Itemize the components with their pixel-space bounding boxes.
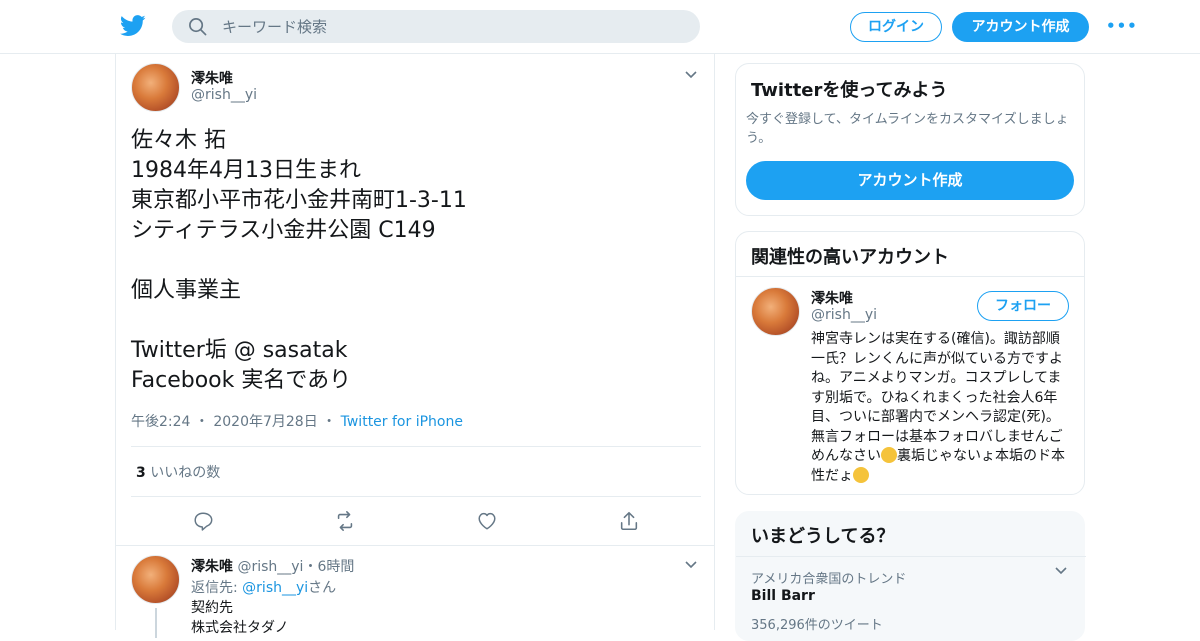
tweet-author-handle[interactable]: @rish__yi [191,87,257,103]
signup-card-button[interactable]: アカウント作成 [746,161,1074,200]
related-account-name[interactable]: 澪朱唯 [811,288,853,308]
meta-separator: ・ [194,414,209,430]
avatar[interactable] [131,555,180,604]
more-options-icon[interactable]: ••• [1106,17,1138,35]
reply-age[interactable]: 6時間 [317,559,354,575]
tweet-actions [116,506,716,546]
like-icon[interactable] [476,510,498,532]
signup-card-title: Twitterを使ってみよう [751,80,948,101]
avatar[interactable] [131,63,180,112]
divider [131,446,701,447]
signup-card-description: 今すぐ登録して、タイムラインをカスタマイズしましょう。 [746,112,1069,146]
divider [736,556,1086,557]
share-icon[interactable] [618,510,640,532]
search-icon [189,18,207,36]
search-input[interactable] [222,10,682,43]
meta-separator: ・ [322,414,337,430]
divider [736,276,1084,277]
thread-line [155,608,157,638]
trends-title: いまどうしてる？ [751,526,895,547]
follow-button[interactable]: フォロー [977,291,1069,321]
top-bar: ログイン アカウント作成 ••• [0,0,1200,54]
reply-header: 澪朱唯 @rish__yi・6時間 [191,556,354,576]
chevron-down-icon[interactable] [684,560,698,570]
likes-label: いいねの数 [150,465,221,481]
tweet-author-name[interactable]: 澪朱唯 [191,68,233,88]
avatar[interactable] [751,287,800,336]
chevron-down-icon[interactable] [684,70,698,80]
reply-separator: ・ [303,559,318,575]
related-accounts-title: 関連性の高いアカウント [751,247,949,268]
tweet-date[interactable]: 2020年7月28日 [213,414,317,430]
tweet-meta: 午後2:24 ・ 2020年7月28日 ・ Twitter for iPhone [131,411,463,431]
tweet-source-link[interactable]: Twitter for iPhone [341,414,463,430]
trend-name[interactable]: Bill Barr [751,588,815,604]
tweet-time: 午後2:24 [131,414,191,430]
reply-to: 返信先: @rish__yiさん [191,577,336,597]
smiling-face-emoji-icon [881,447,897,463]
reply-author-name[interactable]: 澪朱唯 [191,559,233,575]
login-button[interactable]: ログイン [850,12,942,42]
likes-count[interactable]: 3 いいねの数 [136,462,220,482]
related-account-handle[interactable]: @rish__yi [811,307,877,323]
reply-text: 契約先 株式会社タダノ [191,600,289,636]
trends-card: いまどうしてる？ アメリカ合衆国のトレンド Bill Barr 356,296件… [735,511,1086,641]
reply-icon[interactable] [192,510,214,532]
likes-number: 3 [136,465,146,481]
reply-author-handle[interactable]: @rish__yi [237,559,303,575]
twitter-bird-icon[interactable] [120,14,146,38]
reply-to-prefix: 返信先: [191,580,243,596]
chevron-down-icon[interactable] [1054,566,1068,576]
reply-to-suffix: さん [308,580,337,596]
reply-to-link[interactable]: @rish__yi [242,580,308,596]
signup-button[interactable]: アカウント作成 [952,12,1089,42]
hugging-face-emoji-icon [853,466,869,483]
divider [131,496,701,497]
search-bar[interactable] [172,10,700,43]
trend-location: アメリカ合衆国のトレンド [751,572,907,587]
divider [116,545,714,546]
tweet-text: 佐々木 拓 1984年4月13日生まれ 東京都小平市花小金井南町1-3-11 シ… [131,128,467,393]
trend-tweet-count: 356,296件のツイート [751,618,883,633]
timeline: 澪朱唯 @rish__yi 佐々木 拓 1984年4月13日生まれ 東京都小平市… [115,54,716,638]
retweet-icon[interactable] [333,510,357,532]
signup-card: Twitterを使ってみよう 今すぐ登録して、タイムラインをカスタマイズしましょ… [735,63,1085,216]
related-account-bio: 神宮寺レンは実在する(確信)。諏訪部順一氏？レンくんに声が似ている方ですよね。ア… [811,330,1073,486]
related-accounts-card: 関連性の高いアカウント 澪朱唯 @rish__yi フォロー 神宮寺レンは実在す… [735,231,1085,495]
bio-text: 神宮寺レンは実在する(確信)。諏訪部順一氏？レンくんに声が似ている方ですよね。ア… [811,331,1063,464]
